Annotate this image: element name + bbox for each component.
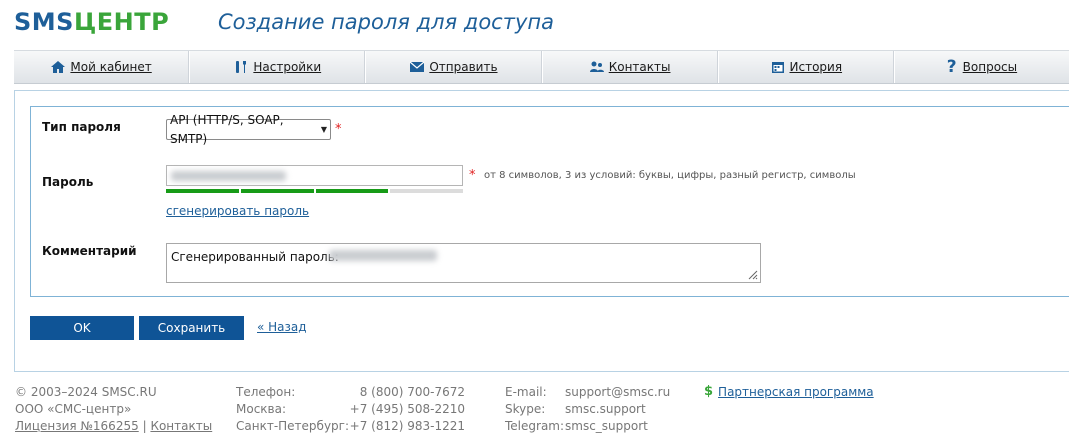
- nav-label: Контакты: [608, 60, 671, 74]
- ok-button[interactable]: OK: [30, 316, 134, 340]
- contacts-icon: [589, 61, 604, 72]
- tools-icon: [236, 61, 247, 73]
- dollar-icon: $: [704, 384, 714, 399]
- license-link[interactable]: Лицензия №166255: [15, 419, 139, 433]
- footer-separator: |: [142, 419, 147, 433]
- comment-password-redacted: [329, 250, 437, 261]
- logo[interactable]: SMSЦЕНТР: [14, 9, 169, 35]
- password-label: Пароль: [42, 175, 94, 189]
- footer-company: ООО «СМС-центр»: [15, 402, 132, 416]
- main-nav: Мой кабинет Настройки Отправить Контакты…: [14, 50, 1069, 84]
- telegram-label: Telegram:: [505, 419, 565, 433]
- envelope-icon: [409, 61, 425, 72]
- email-value: support@smsc.ru: [565, 385, 671, 399]
- comment-text: Сгенерированный пароль:: [171, 250, 339, 264]
- moscow-phone-value: +7 (495) 508-2210: [349, 402, 465, 416]
- nav-item-settings[interactable]: Настройки: [189, 51, 366, 83]
- home-icon: [51, 61, 66, 73]
- save-button[interactable]: Сохранить: [139, 316, 244, 340]
- password-type-select[interactable]: API (HTTP/S, SOAP, SMTP) ▼: [166, 113, 331, 146]
- nav-item-my-account[interactable]: Мой кабинет: [14, 51, 190, 83]
- strength-segment: [166, 189, 239, 193]
- strength-segment: [315, 189, 389, 193]
- spb-phone-value: +7 (812) 983-1221: [349, 419, 465, 433]
- partner-program[interactable]: $ Партнерская программа: [704, 384, 874, 400]
- required-mark: *: [469, 168, 476, 183]
- nav-item-questions[interactable]: ? Вопросы: [893, 51, 1069, 83]
- comment-label: Комментарий: [42, 244, 137, 258]
- generate-password-link[interactable]: сгенерировать пароль: [166, 204, 309, 218]
- comment-textarea[interactable]: Сгенерированный пароль:: [166, 243, 761, 283]
- skype-label: Skype:: [505, 402, 546, 416]
- nav-label: История: [789, 60, 843, 74]
- chevron-down-icon: ▼: [320, 125, 327, 134]
- nav-label: Мой кабинет: [70, 60, 152, 74]
- moscow-label: Москва:: [236, 402, 287, 416]
- password-type-label: Тип пароля: [42, 120, 121, 134]
- footer-license-row: Лицензия №166255 | Контакты: [15, 418, 212, 434]
- password-hint: от 8 символов, 3 из условий: буквы, цифр…: [484, 170, 856, 181]
- spb-label: Санкт-Петербург:: [236, 419, 350, 433]
- phone-value: 8 (800) 700-7672: [359, 385, 465, 399]
- required-mark: *: [335, 122, 342, 137]
- nav-item-history[interactable]: История: [717, 51, 894, 83]
- telegram-link[interactable]: smsc_support: [565, 418, 648, 434]
- password-strength-meter: [166, 189, 463, 193]
- email-label: E-mail:: [505, 385, 547, 399]
- nav-label: Настройки: [253, 60, 322, 74]
- logo-centr: ЦЕНТР: [73, 8, 170, 36]
- strength-segment: [390, 189, 463, 193]
- back-link[interactable]: « Назад: [257, 320, 307, 334]
- question-icon: ?: [946, 57, 957, 77]
- password-type-value: API (HTTP/S, SOAP, SMTP): [170, 112, 284, 146]
- nav-item-contacts[interactable]: Контакты: [541, 51, 718, 83]
- resize-grip-icon[interactable]: [746, 268, 758, 280]
- nav-label: Отправить: [429, 60, 498, 74]
- footer-copyright: © 2003–2024 SMSC.RU: [15, 385, 157, 399]
- partner-program-link[interactable]: Партнерская программа: [718, 384, 874, 400]
- page-title: Создание пароля для доступа: [218, 10, 554, 34]
- skype-value: smsc.support: [565, 402, 646, 416]
- phone-label: Телефон:: [236, 385, 296, 399]
- nav-label: Вопросы: [962, 60, 1018, 74]
- password-value-redacted: [171, 171, 286, 181]
- password-input[interactable]: [166, 165, 463, 186]
- calendar-icon: [771, 62, 784, 73]
- logo-sms: SMS: [14, 8, 74, 36]
- nav-item-send[interactable]: Отправить: [365, 51, 542, 83]
- strength-segment: [240, 189, 314, 193]
- footer-contacts-link[interactable]: Контакты: [150, 419, 212, 433]
